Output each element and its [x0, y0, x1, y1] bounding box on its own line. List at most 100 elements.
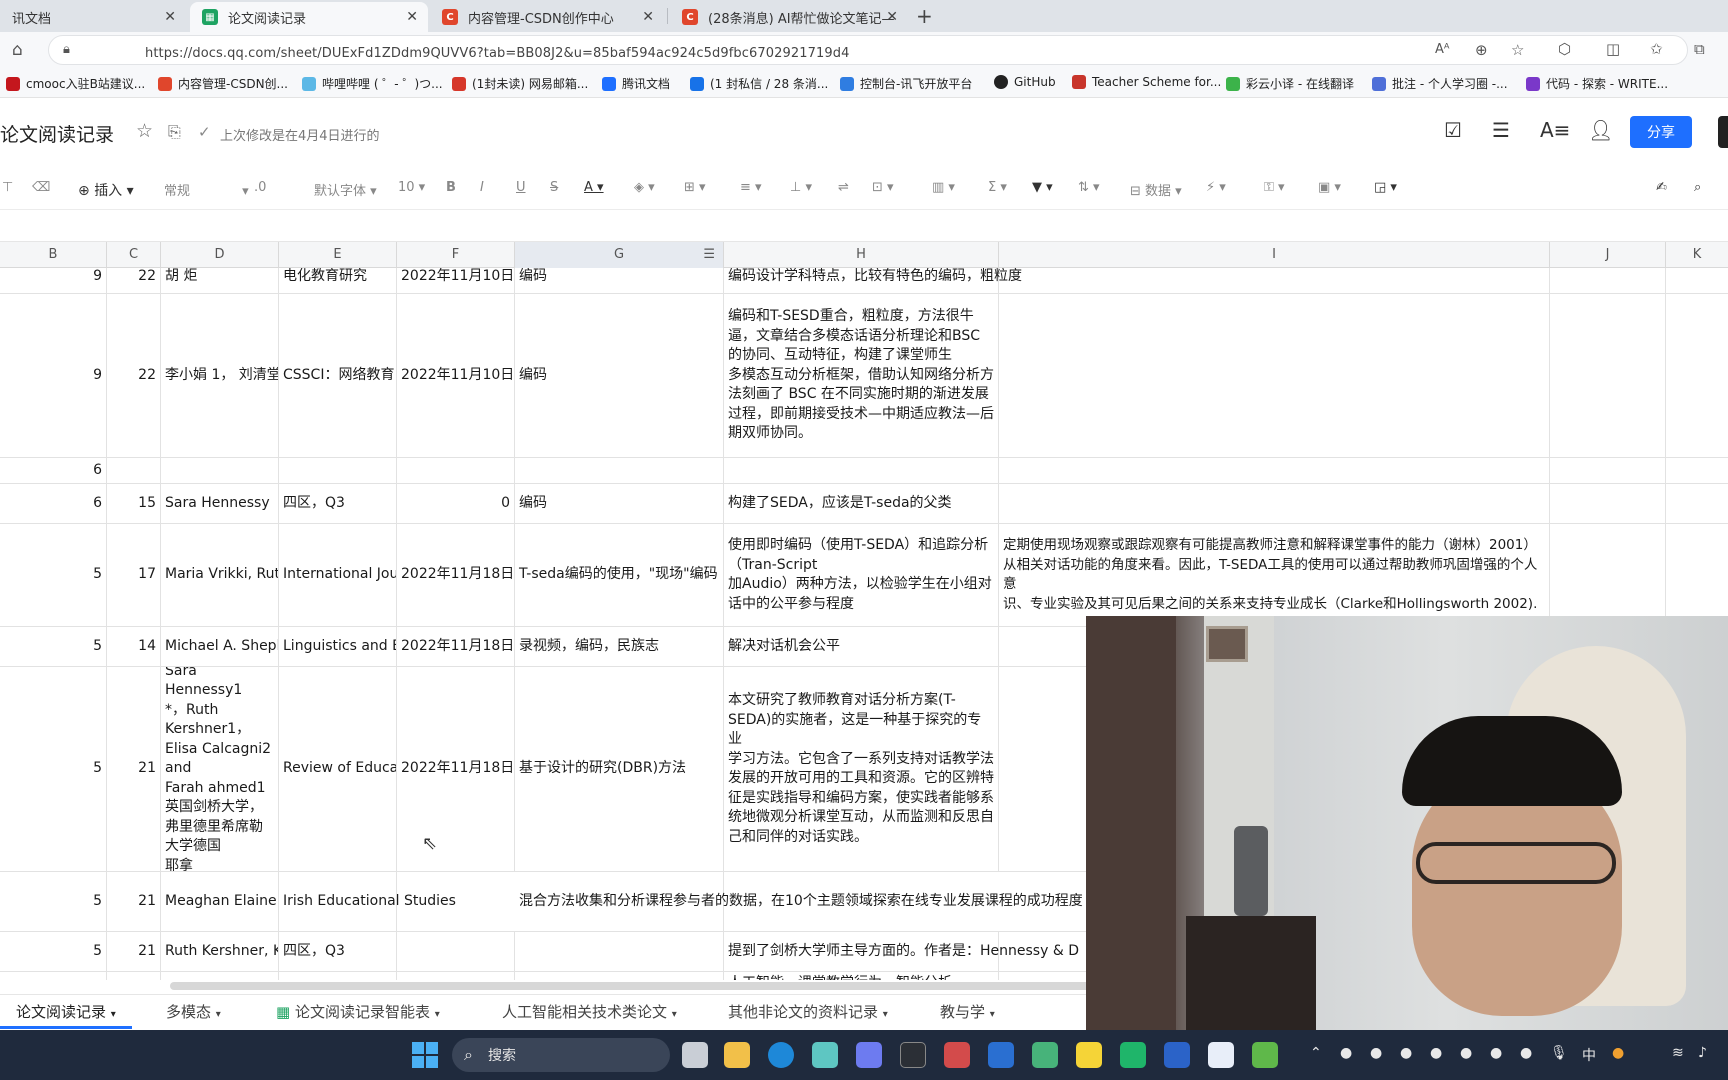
fill-color-icon[interactable]: ◈ ▾: [634, 180, 655, 195]
cell-g[interactable]: [515, 972, 724, 980]
filter-active-icon[interactable]: ☰: [703, 242, 715, 268]
tray-icon[interactable]: ●: [1430, 1045, 1442, 1061]
wrap-text-icon[interactable]: ⇌: [838, 180, 849, 195]
tray-icon[interactable]: ●: [1370, 1045, 1382, 1061]
bookmark-item[interactable]: cmooc入驻B站建议...: [6, 75, 145, 92]
new-tab-icon[interactable]: +: [916, 4, 933, 28]
column-header-i[interactable]: I: [999, 242, 1550, 268]
collaborator-icon[interactable]: 👤︎: [1588, 118, 1613, 142]
app-icon[interactable]: [988, 1042, 1014, 1068]
cell-g[interactable]: 编码: [515, 294, 724, 457]
close-icon[interactable]: ✕: [406, 9, 418, 25]
cell-e[interactable]: International Jour: [279, 524, 397, 626]
cell-f[interactable]: [397, 458, 515, 483]
cell-i[interactable]: [999, 294, 1550, 457]
app-tray-icon[interactable]: ●: [1612, 1045, 1624, 1061]
cell-b[interactable]: 5: [0, 667, 107, 871]
cell-e[interactable]: Linguistics and Ed: [279, 627, 397, 666]
cell-c[interactable]: 21: [107, 667, 161, 871]
task-view-icon[interactable]: [682, 1042, 708, 1068]
chevron-down-icon[interactable]: ▾: [111, 1009, 116, 1020]
collections-icon[interactable]: ⧉: [1694, 40, 1705, 58]
cell-d[interactable]: Michael A. Shepherd: [161, 627, 279, 666]
font-family-select[interactable]: 默认字体 ▾: [314, 180, 377, 199]
bookmark-item[interactable]: 哔哩哔哩 ( ゜- ゜)つ...: [302, 75, 443, 92]
cell-c[interactable]: [107, 972, 161, 980]
cell-f[interactable]: 2022年11月18日: [397, 524, 515, 626]
cell-g[interactable]: [515, 932, 724, 971]
cell-d[interactable]: 胡 炬: [161, 268, 279, 293]
sheet-tab-0[interactable]: 论文阅读记录 ▾: [0, 995, 132, 1029]
cell-g[interactable]: 基于设计的研究(DBR)方法: [515, 667, 724, 871]
app-icon[interactable]: [1208, 1042, 1234, 1068]
task-add-icon[interactable]: ☑: [1444, 118, 1462, 142]
bookmark-item[interactable]: 腾讯文档: [602, 75, 670, 92]
chart-icon[interactable]: ▥ ▾: [932, 180, 955, 195]
app-icon[interactable]: [1032, 1042, 1058, 1068]
bookmark-item[interactable]: (1 封私信 / 28 条消...: [690, 75, 828, 92]
cell-f[interactable]: [397, 972, 515, 980]
cell-h[interactable]: 人工智能，课堂教学行为，智能分析，: [724, 972, 999, 980]
column-header-j[interactable]: J: [1550, 242, 1666, 268]
chevron-down-icon[interactable]: ▾: [435, 1009, 440, 1020]
cell-j[interactable]: [1550, 268, 1666, 293]
browser-tab-3[interactable]: C (28条消息) AI帮忙做论文笔记— ✕: [670, 2, 908, 32]
edge-icon[interactable]: [768, 1042, 794, 1068]
cell-i[interactable]: [999, 268, 1550, 293]
cell-h[interactable]: 解决对话机会公平: [724, 627, 999, 666]
tray-icon[interactable]: ●: [1340, 1045, 1352, 1061]
avatar[interactable]: [1718, 116, 1728, 148]
data-menu[interactable]: ⊟ 数据 ▾: [1130, 180, 1182, 199]
cell-i[interactable]: [999, 458, 1550, 483]
cell-e[interactable]: Review of Educat: [279, 667, 397, 871]
lock-icon[interactable]: ⚿ ▾: [1264, 180, 1285, 195]
cell-g[interactable]: T-seda编码的使用，"现场"编码: [515, 524, 724, 626]
eraser-icon[interactable]: ⌫: [32, 180, 50, 195]
sort-icon[interactable]: ⇅ ▾: [1078, 180, 1100, 195]
cell-b[interactable]: 5: [0, 872, 107, 931]
tray-icon[interactable]: ●: [1400, 1045, 1412, 1061]
app-icon[interactable]: [812, 1042, 838, 1068]
more-tools-icon[interactable]: ◲ ▾: [1374, 180, 1397, 195]
cell-b[interactable]: 9: [0, 294, 107, 457]
cell-c[interactable]: 22: [107, 268, 161, 293]
cell-g[interactable]: 录视频，编码，民族志: [515, 627, 724, 666]
search-icon[interactable]: ⌕: [1694, 180, 1701, 195]
cell-f[interactable]: 2022年11月18日: [397, 627, 515, 666]
font-color-icon[interactable]: A ▾: [584, 180, 604, 195]
tray-icon[interactable]: ●: [1520, 1045, 1532, 1061]
cell-c[interactable]: 15: [107, 484, 161, 523]
bookmark-item[interactable]: GitHub: [994, 75, 1056, 89]
app-icon[interactable]: [1252, 1042, 1278, 1068]
star-icon[interactable]: ☆: [136, 120, 153, 142]
cell-h[interactable]: 编码设计学科特点，比较有特色的编码，粗粒度: [724, 268, 1022, 293]
conditional-format-icon[interactable]: ⚡ ▾: [1206, 180, 1226, 195]
cell-h[interactable]: 编码和T-SESD重合，粗粒度，方法很牛逼，文章结合多模态话语分析理论和BSC …: [724, 294, 999, 457]
cell-i[interactable]: [999, 484, 1550, 523]
column-header-e[interactable]: E: [279, 242, 397, 268]
sign-icon[interactable]: ✍: [1656, 180, 1667, 195]
sheet-tab-1[interactable]: 多模态 ▾: [150, 995, 237, 1029]
cell-e[interactable]: 四区，Q3: [279, 932, 397, 971]
tray-icon[interactable]: ●: [1460, 1045, 1472, 1061]
close-icon[interactable]: ✕: [642, 9, 654, 25]
horizontal-scrollbar[interactable]: [170, 982, 1170, 990]
share-button[interactable]: 分享: [1630, 116, 1692, 148]
merge-cells-icon[interactable]: ⊡ ▾: [872, 180, 894, 195]
chevron-down-icon[interactable]: ▾: [216, 1009, 221, 1020]
word-icon[interactable]: [1164, 1042, 1190, 1068]
sticky-notes-icon[interactable]: [1076, 1042, 1102, 1068]
bookmark-item[interactable]: 批注 - 个人学习圈 -...: [1372, 75, 1508, 92]
app-icon[interactable]: [944, 1042, 970, 1068]
cell-e[interactable]: [279, 972, 397, 980]
bookmark-item[interactable]: 控制台-讯飞开放平台: [840, 75, 972, 92]
column-header-b[interactable]: B: [0, 242, 107, 268]
insert-button[interactable]: ⊕ 插入 ▾: [78, 180, 134, 200]
column-header-c[interactable]: C: [107, 242, 161, 268]
extensions-icon[interactable]: ⬡: [1558, 40, 1571, 58]
cell-d[interactable]: [161, 458, 279, 483]
cell-h[interactable]: [724, 458, 999, 483]
bookmark-item[interactable]: (1封未读) 网易邮箱...: [452, 75, 588, 92]
file-explorer-icon[interactable]: [724, 1042, 750, 1068]
font-size-select[interactable]: 10 ▾: [398, 180, 425, 195]
